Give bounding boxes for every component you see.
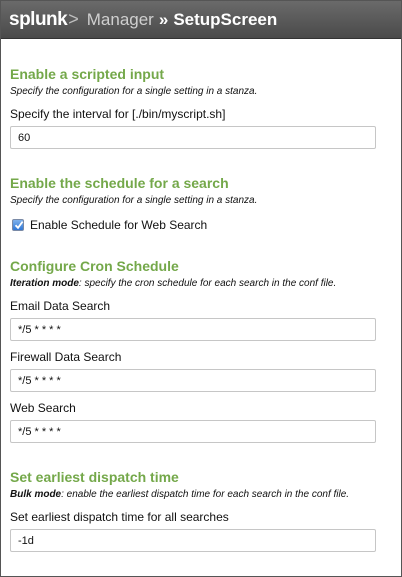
manager-header: splunk > Manager » SetupScreen [1,1,401,39]
enable-schedule-checkbox[interactable] [12,219,24,231]
enable-schedule-label[interactable]: Enable Schedule for Web Search [30,218,207,232]
schedule-section: Enable the schedule for a search Specify… [10,175,401,232]
section-description: Specify the configuration for a single s… [10,86,258,97]
logo-chevron-icon: > [68,9,79,29]
section-title: Set earliest dispatch time [10,469,179,485]
mode-label: Iteration mode [10,278,79,289]
setup-form: Enable a scripted input Specify the conf… [1,66,401,552]
mode-label: Bulk mode [10,489,62,500]
firewall-search-cron-input[interactable] [10,369,376,392]
scripted-input-section: Enable a scripted input Specify the conf… [10,66,401,149]
email-search-cron-input[interactable] [10,318,376,341]
mode-description: : specify the cron schedule for each sea… [78,278,337,289]
section-description: Specify the configuration for a single s… [10,195,258,206]
splunk-logo[interactable]: splunk [9,9,68,31]
enable-schedule-row[interactable]: Enable Schedule for Web Search [10,218,401,232]
email-search-label: Email Data Search [10,299,111,313]
checkmark-icon [14,221,24,230]
dispatch-time-input[interactable] [10,529,376,552]
mode-description: : enable the earliest dispatch time for … [61,489,350,500]
dispatch-section: Set earliest dispatch time Bulk mode: en… [10,469,401,552]
breadcrumb-separator: » [158,9,169,29]
interval-label: Specify the interval for [./bin/myscript… [10,107,226,121]
interval-input[interactable] [10,126,376,149]
section-description: Bulk mode: enable the earliest dispatch … [10,489,401,501]
firewall-search-label: Firewall Data Search [10,350,122,364]
section-description: Iteration mode: specify the cron schedul… [10,278,401,290]
section-title: Enable the schedule for a search [10,175,229,191]
web-search-cron-input[interactable] [10,420,376,443]
dispatch-time-label: Set earliest dispatch time for all searc… [10,510,229,524]
page-title: SetupScreen [173,9,278,29]
cron-section: Configure Cron Schedule Iteration mode: … [10,258,401,443]
breadcrumb-manager-link[interactable]: Manager [87,10,154,30]
section-title: Configure Cron Schedule [10,258,179,274]
section-title: Enable a scripted input [10,66,165,82]
setup-window: splunk > Manager » SetupScreen Enable a … [0,0,402,577]
web-search-label: Web Search [10,401,76,415]
